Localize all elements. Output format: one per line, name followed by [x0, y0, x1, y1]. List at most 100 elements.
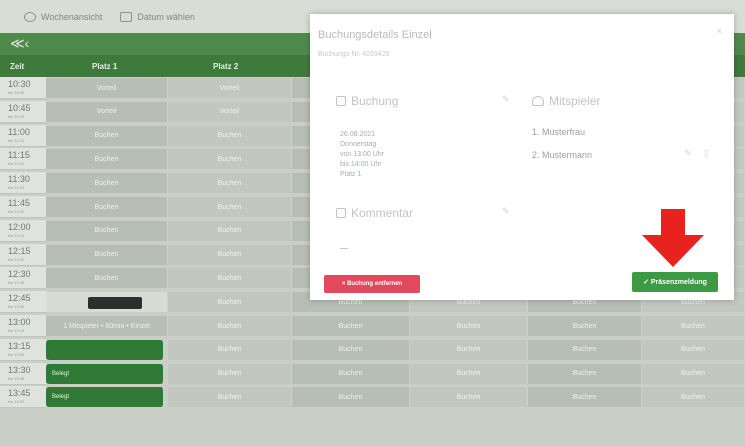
book-slot-button[interactable]: Buchen [168, 268, 292, 289]
comment-icon [336, 208, 346, 218]
book-slot-button[interactable]: Buchen [168, 197, 292, 217]
comment-placeholder [340, 248, 348, 249]
booking-cell[interactable]: Vorteil [168, 101, 292, 122]
time-sublabel: bis 12:45 [8, 280, 25, 286]
book-slot-button[interactable]: Buchen [46, 149, 168, 170]
booking-cell[interactable]: Vorteil [46, 101, 168, 122]
choose-date-button[interactable]: Datum wählen [120, 11, 195, 22]
booking-section-heading: Buchung [336, 94, 398, 108]
book-slot-button[interactable]: Buchen [528, 316, 642, 336]
book-slot-button[interactable]: Buchen [46, 268, 168, 289]
booking-end: bis 14:00 Uhr [340, 161, 382, 168]
book-slot-button[interactable]: Buchen [292, 363, 410, 384]
booking-details: 26.08.2021 Donnerstag von 13:00 Uhr bis … [340, 130, 384, 180]
calendar-icon [120, 11, 133, 22]
book-slot-button[interactable]: Buchen [168, 220, 292, 241]
trash-icon[interactable]: ▯ [704, 148, 709, 159]
book-slot-button[interactable]: Buchen [642, 316, 745, 336]
book-slot-button[interactable]: Buchen [528, 339, 642, 360]
book-slot-button[interactable]: Buchen [410, 387, 528, 408]
column-header-time: Zeit [10, 62, 25, 71]
book-slot-button[interactable]: Buchen [642, 339, 745, 360]
book-slot-button[interactable]: Buchen [168, 125, 292, 146]
book-slot-button[interactable]: Buchen [292, 316, 410, 336]
players-section-heading: Mitspieler [532, 94, 600, 108]
time-slot: 12:45 bis 13:00 [0, 291, 46, 314]
time-sublabel: bis 11:15 [8, 137, 24, 143]
time-label: 11:30 [8, 174, 30, 185]
previous-arrows-icon[interactable]: ≪ ‹ [10, 35, 29, 52]
comment-heading: Kommentar [351, 206, 414, 220]
player-1: 1. Musterfrau [532, 127, 586, 137]
book-slot-button[interactable]: Buchen [410, 339, 528, 360]
book-slot-button[interactable]: Buchen [410, 316, 528, 336]
time-slot: 13:15 bis 13:30 [0, 338, 46, 361]
booking-cell[interactable]: Belegt [46, 387, 164, 408]
comment-section-heading: Kommentar [336, 206, 413, 220]
booking-cell[interactable]: Vorteil [46, 78, 168, 98]
book-slot-button[interactable]: Buchen [528, 387, 642, 408]
players-heading: Mitspieler [549, 94, 601, 108]
book-slot-button[interactable]: Buchen [168, 339, 292, 360]
book-slot-button[interactable]: Buchen [642, 363, 745, 384]
presence-report-button[interactable]: ✓ Präsenzmeldung [632, 272, 718, 292]
red-arrow-icon [642, 209, 704, 267]
close-icon[interactable]: × [717, 26, 722, 36]
booking-start: von 13:00 Uhr [340, 151, 384, 158]
time-slot: 10:45 bis 11:00 [0, 100, 46, 123]
remove-booking-button[interactable]: × Buchung entfernen [324, 275, 420, 293]
time-sublabel: bis 11:00 [8, 113, 24, 119]
modal-title: Buchungsdetails Einzel [318, 29, 432, 41]
edit-booking-icon[interactable]: ✎ [502, 94, 510, 105]
edit-player-icon[interactable]: ✎ [684, 148, 692, 159]
time-sublabel: bis 14:00 [8, 399, 25, 405]
book-slot-button[interactable]: Buchen [528, 363, 642, 384]
time-label: 13:15 [8, 340, 31, 351]
book-slot-button[interactable]: Buchen [168, 173, 292, 194]
book-slot-button[interactable]: Buchen [168, 149, 292, 170]
people-icon [532, 96, 544, 106]
time-sublabel: bis 13:00 [8, 304, 25, 310]
time-slot: 12:15 bis 12:30 [0, 243, 46, 266]
column-header-court2: Platz 2 [213, 62, 239, 71]
time-sublabel: bis 11:45 [8, 185, 24, 191]
time-sublabel: bis 13:15 [8, 328, 25, 333]
book-slot-button[interactable]: Buchen [292, 387, 410, 408]
book-slot-button[interactable]: Buchen [292, 339, 410, 360]
player-2: 2. Mustermann [532, 150, 593, 160]
week-view-label: Wochenansicht [41, 11, 103, 22]
booking-cell[interactable]: Vorteil [168, 78, 292, 98]
book-slot-button[interactable]: Buchen [410, 363, 528, 384]
time-label: 12:45 [8, 293, 31, 304]
book-slot-button[interactable]: Buchen [642, 387, 745, 408]
book-slot-button[interactable]: Buchen [168, 316, 292, 336]
book-slot-button[interactable]: Buchen [168, 244, 292, 265]
booking-cell[interactable]: 1 Mitspieler • 60min • Einzel [46, 316, 168, 336]
time-slot: 13:30 bis 13:45 [0, 362, 46, 385]
book-slot-button[interactable]: Buchen [168, 387, 292, 408]
booking-cell[interactable]: Belegt [46, 363, 164, 384]
choose-date-label: Datum wählen [137, 11, 195, 22]
week-view-button[interactable]: Wochenansicht [24, 11, 103, 22]
book-slot-button[interactable]: Buchen [46, 125, 168, 146]
time-label: 12:00 [8, 221, 31, 232]
book-slot-button[interactable]: Buchen [46, 244, 168, 265]
time-slot: 11:30 bis 11:45 [0, 172, 46, 195]
time-sublabel: bis 12:00 [8, 209, 25, 214]
time-sublabel: bis 13:45 [8, 375, 25, 381]
time-slot: 11:45 bis 12:00 [0, 196, 46, 218]
time-label: 12:30 [8, 269, 31, 280]
calendar-week-icon [24, 11, 36, 22]
book-slot-button[interactable]: Buchen [168, 292, 292, 313]
booking-court: Platz 1 [340, 171, 362, 178]
time-label: 13:30 [8, 364, 31, 375]
booking-cell[interactable] [46, 339, 164, 360]
book-slot-button[interactable]: Buchen [168, 363, 292, 384]
book-slot-button[interactable]: Buchen [46, 220, 168, 241]
edit-comment-icon[interactable]: ✎ [502, 206, 510, 217]
time-sublabel: bis 12:15 [8, 232, 25, 238]
book-slot-button[interactable]: Buchen [46, 197, 168, 217]
tooltip [88, 297, 142, 310]
book-slot-button[interactable]: Buchen [46, 173, 168, 194]
time-slot: 12:30 bis 12:45 [0, 267, 46, 290]
